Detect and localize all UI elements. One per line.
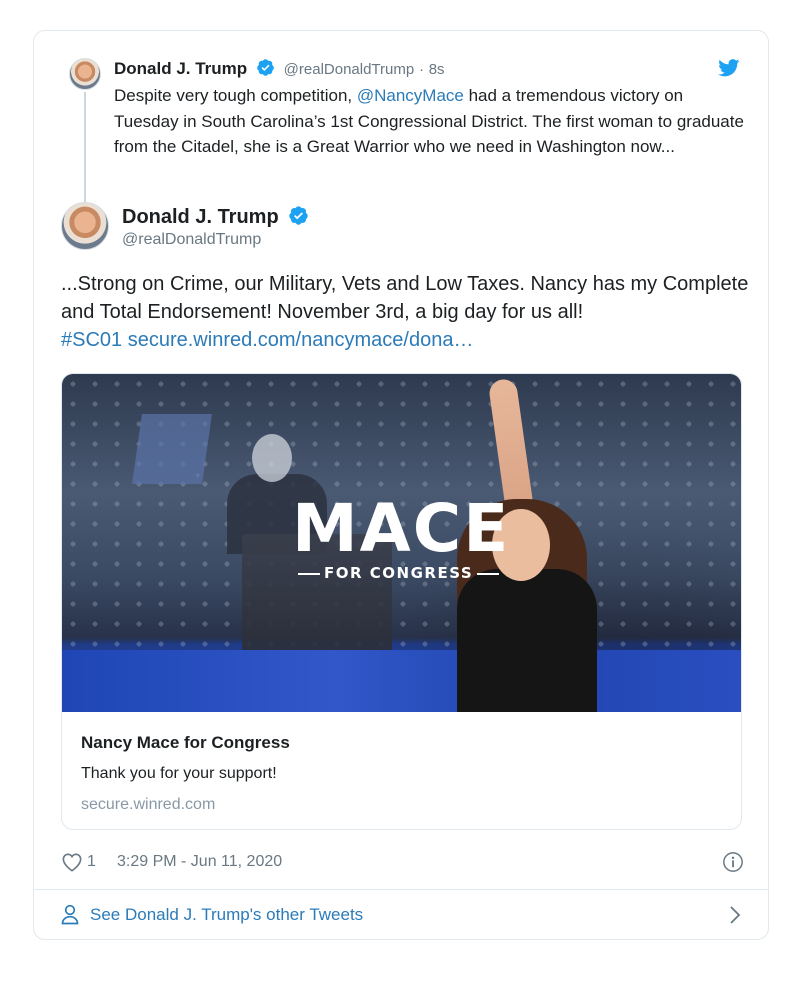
- card-domain: secure.winred.com: [81, 796, 216, 813]
- like-count[interactable]: 1: [87, 853, 96, 871]
- stage-banner: [62, 650, 741, 712]
- mention-link[interactable]: @NancyMace: [357, 86, 464, 105]
- tweet-text-part: Despite very tough competition,: [114, 86, 357, 105]
- verified-badge-icon: [257, 59, 274, 76]
- hashtag-link[interactable]: #SC01: [61, 329, 122, 351]
- parent-tweet-header: Donald J. Trump @realDonaldTrump · 8s: [114, 58, 445, 81]
- separator: ·: [418, 61, 424, 78]
- thread-connector: [84, 92, 86, 204]
- tweet-text-part: ...Strong on Crime, our Military, Vets a…: [61, 273, 749, 323]
- avatar[interactable]: [69, 58, 101, 90]
- card-image[interactable]: MACE FOR CONGRESS: [62, 374, 741, 712]
- author-handle[interactable]: @realDonaldTrump: [122, 231, 261, 249]
- see-other-tweets-link[interactable]: See Donald J. Trump's other Tweets: [61, 903, 743, 927]
- flag-shape: [132, 414, 212, 484]
- info-icon[interactable]: [722, 851, 744, 873]
- speaker-head: [252, 434, 292, 482]
- link-preview-card[interactable]: MACE FOR CONGRESS Nancy Mace for Congres…: [61, 373, 742, 830]
- person-icon: [61, 904, 79, 925]
- author-name[interactable]: Donald J. Trump: [122, 206, 279, 228]
- woman-figure: [457, 569, 597, 712]
- author-name-row: Donald J. Trump: [122, 204, 313, 230]
- heart-icon[interactable]: [61, 852, 83, 872]
- campaign-logo-subtitle: FOR CONGRESS: [294, 564, 503, 582]
- verified-badge-icon: [289, 206, 308, 225]
- see-other-tweets-label[interactable]: See Donald J. Trump's other Tweets: [90, 905, 363, 925]
- twitter-bird-icon[interactable]: [718, 59, 740, 77]
- author-name[interactable]: Donald J. Trump: [114, 59, 247, 78]
- parent-tweet-text: Despite very tough competition, @NancyMa…: [114, 83, 744, 160]
- url-link[interactable]: secure.winred.com/nancymace/dona…: [128, 329, 474, 351]
- footer-divider: [34, 889, 768, 890]
- tweet-timestamp[interactable]: 3:29 PM - Jun 11, 2020: [117, 853, 282, 871]
- author-handle[interactable]: @realDonaldTrump: [284, 61, 415, 78]
- main-tweet-text: ...Strong on Crime, our Military, Vets a…: [61, 270, 751, 354]
- campaign-logo-title: MACE: [292, 490, 511, 567]
- parent-tweet[interactable]: Donald J. Trump @realDonaldTrump · 8s De…: [34, 31, 768, 204]
- card-title[interactable]: Nancy Mace for Congress: [81, 732, 722, 754]
- card-meta: Nancy Mace for Congress Thank you for yo…: [62, 712, 741, 816]
- card-description: Thank you for your support!: [81, 765, 277, 782]
- tweet-time[interactable]: 8s: [429, 61, 445, 78]
- tweet-footer: 1 3:29 PM - Jun 11, 2020: [61, 851, 743, 875]
- embedded-tweet-card: Donald J. Trump @realDonaldTrump · 8s De…: [33, 30, 769, 940]
- chevron-right-icon[interactable]: [729, 905, 741, 925]
- avatar[interactable]: [61, 202, 109, 250]
